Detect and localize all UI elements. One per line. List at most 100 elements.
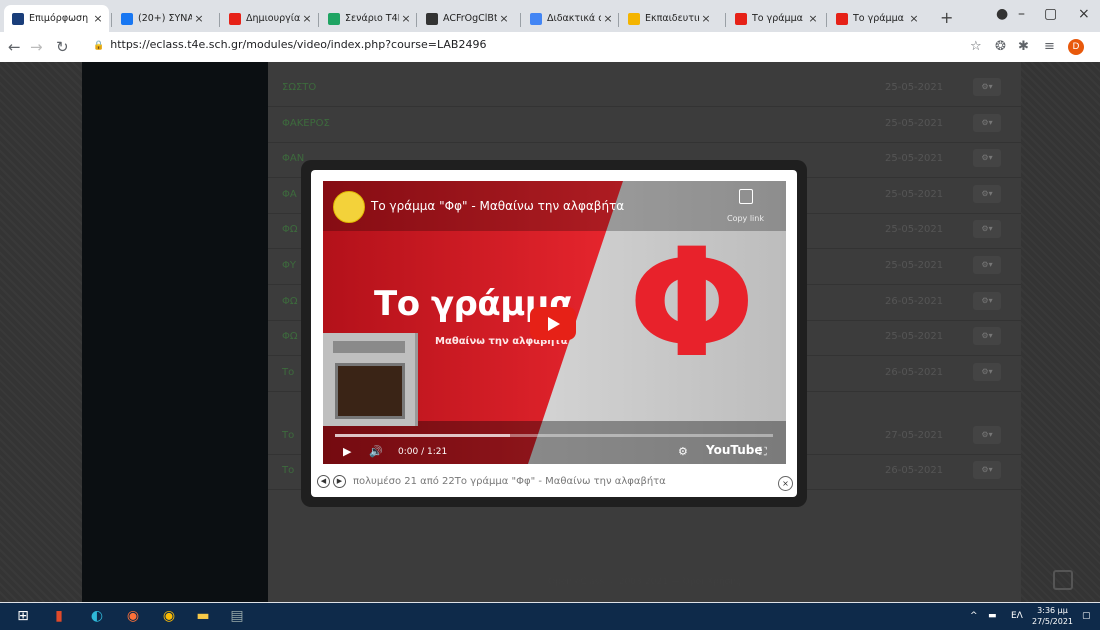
row-actions-button[interactable]: ⚙▾ (973, 461, 1001, 479)
row-actions-button[interactable]: ⚙▾ (973, 426, 1001, 444)
network-icon[interactable]: ▬ (988, 611, 997, 621)
play-button[interactable] (530, 307, 576, 340)
edge-icon[interactable]: ◐ (88, 607, 106, 625)
row-actions-button[interactable]: ⚙▾ (973, 363, 1001, 381)
tab-1[interactable]: Επιμόρφωση × (4, 5, 109, 32)
close-window-icon[interactable]: × (1078, 6, 1090, 22)
forward-icon[interactable]: → (30, 38, 43, 56)
tab-close-icon[interactable]: × (497, 12, 511, 25)
office-icon[interactable]: ▮ (50, 607, 68, 625)
row-date: 27-05-2021 (885, 430, 944, 441)
tab-close-icon[interactable]: × (300, 12, 314, 25)
video-title[interactable]: Το γράμμα "Φφ" - Μαθαίνω την αλφαβήτα (371, 199, 624, 213)
row-actions-button[interactable]: ⚙▾ (973, 114, 1001, 132)
firefox-icon[interactable]: ◉ (124, 607, 142, 625)
row-actions-button[interactable]: ⚙▾ (973, 256, 1001, 274)
maximize-icon[interactable]: ▢ (1044, 6, 1057, 22)
row-date: 25-05-2021 (885, 82, 944, 93)
windows-taskbar: ⊞ ▮ ◐ ◉ ◉ ▬ ▤ ^ ▬ ΕΛ 3:36 μμ 27/5/2021 ▢ (0, 603, 1100, 630)
video-link[interactable]: ΦΩ (282, 331, 298, 342)
copy-link-label[interactable]: Copy link (727, 214, 764, 223)
copy-link-icon[interactable] (739, 189, 753, 204)
video-link[interactable]: ΦΩ (282, 296, 298, 307)
fullscreen-icon[interactable]: ⛶ (759, 445, 767, 459)
next-icon[interactable]: ▶ (333, 475, 346, 488)
tab-close-icon[interactable]: × (907, 12, 921, 25)
row-actions-button[interactable]: ⚙▾ (973, 185, 1001, 203)
notifications-icon[interactable]: ▢ (1082, 611, 1091, 621)
time-display: 0:00 / 1:21 (398, 447, 448, 457)
tab-title: (20+) ΣΥΝΑΔΕ (138, 13, 192, 24)
tab-close-icon[interactable]: × (91, 12, 105, 25)
row-date: 25-05-2021 (885, 331, 944, 342)
tab-9[interactable]: Το γράμμα "Φ× (828, 5, 925, 32)
puzzle-icon[interactable]: ✱ (1018, 39, 1029, 54)
address-bar[interactable]: 🔒 https://eclass.t4e.sch.gr/modules/video… (93, 38, 486, 51)
video-link[interactable]: ΦΑΝ (282, 153, 304, 164)
tab-8[interactable]: Το γράμμα "Φ× (727, 5, 824, 32)
play-icon[interactable]: ▶ (343, 445, 351, 458)
language-indicator[interactable]: ΕΛ (1011, 611, 1023, 621)
tab-separator (826, 13, 827, 27)
file-explorer-icon[interactable]: ▬ (194, 607, 212, 625)
tab-4[interactable]: Σενάριο T4E 8× (320, 5, 417, 32)
tab-3[interactable]: Δημιουργία συ× (221, 5, 318, 32)
profile-indicator-icon[interactable]: ● (996, 6, 1008, 22)
youtube-player[interactable]: Φ Το γράμμα Μαθαίνω την αλφαβήτα Το γράμ… (323, 181, 786, 464)
progress-bar[interactable] (335, 434, 773, 437)
back-icon[interactable]: ← (8, 38, 21, 56)
bookmark-star-icon[interactable]: ☆ (970, 39, 982, 54)
reading-list-icon[interactable]: ≡ (1044, 39, 1055, 54)
tab-favicon-icon (121, 12, 133, 25)
extension-icon[interactable]: ❂ (995, 39, 1006, 54)
tab-close-icon[interactable]: × (806, 12, 820, 25)
tab-close-icon[interactable]: × (699, 12, 713, 25)
video-link[interactable]: Το (282, 367, 294, 378)
channel-avatar[interactable] (333, 191, 365, 223)
video-link[interactable]: Το (282, 430, 294, 441)
tab-2[interactable]: (20+) ΣΥΝΑΔΕ× (113, 5, 210, 32)
minimize-icon[interactable]: – (1018, 6, 1025, 22)
windows-start-icon[interactable]: ⊞ (14, 607, 32, 625)
tab-favicon-icon (328, 12, 340, 25)
tab-close-icon[interactable]: × (192, 12, 206, 25)
clock-time: 3:36 μμ (1037, 606, 1068, 615)
left-panel (82, 62, 269, 602)
reload-icon[interactable]: ↻ (56, 38, 69, 56)
video-link[interactable]: Το (282, 465, 294, 476)
table-row: ΣΩΣΤΟ 25-05-2021 ⚙▾ (268, 72, 1021, 107)
tab-6[interactable]: Διδακτικά σεν× (522, 5, 619, 32)
tab-close-icon[interactable]: × (601, 12, 615, 25)
tray-chevron-icon[interactable]: ^ (970, 611, 978, 621)
modal-body: Φ Το γράμμα Μαθαίνω την αλφαβήτα Το γράμ… (311, 170, 797, 497)
settings-icon[interactable]: ⚙ (678, 445, 688, 458)
video-link[interactable]: ΦΑ (282, 189, 297, 200)
new-tab-button[interactable]: + (940, 8, 953, 27)
clock[interactable]: 3:36 μμ 27/5/2021 (1032, 605, 1073, 627)
prev-icon[interactable]: ◀ (317, 475, 330, 488)
clock-date: 27/5/2021 (1032, 617, 1074, 626)
app-icon[interactable]: ▤ (228, 607, 246, 625)
tab-7[interactable]: Εκπαιδευτικό× (620, 5, 717, 32)
row-date: 26-05-2021 (885, 465, 944, 476)
row-actions-button[interactable]: ⚙▾ (973, 78, 1001, 96)
tab-5[interactable]: ACFrOgClBtT5× (418, 5, 515, 32)
close-modal-icon[interactable]: × (778, 476, 793, 491)
youtube-logo[interactable]: YouTube (706, 443, 763, 457)
tab-favicon-icon (426, 12, 438, 25)
video-link[interactable]: ΦΥ (282, 260, 296, 271)
row-actions-button[interactable]: ⚙▾ (973, 292, 1001, 310)
volume-icon[interactable]: 🔊 (369, 445, 383, 458)
chrome-icon[interactable]: ◉ (160, 607, 178, 625)
tab-favicon-icon (628, 12, 640, 25)
scroll-top-icon[interactable] (1053, 570, 1073, 590)
row-actions-button[interactable]: ⚙▾ (973, 220, 1001, 238)
row-actions-button[interactable]: ⚙▾ (973, 149, 1001, 167)
profile-avatar[interactable]: D (1068, 39, 1084, 55)
row-actions-button[interactable]: ⚙▾ (973, 327, 1001, 345)
video-link[interactable]: ΦΩ (282, 224, 298, 235)
tab-separator (618, 13, 619, 27)
video-link[interactable]: ΣΩΣΤΟ (282, 82, 316, 93)
video-link[interactable]: ΦΑΚΕΡΟΣ (282, 118, 330, 129)
tab-close-icon[interactable]: × (399, 12, 413, 25)
